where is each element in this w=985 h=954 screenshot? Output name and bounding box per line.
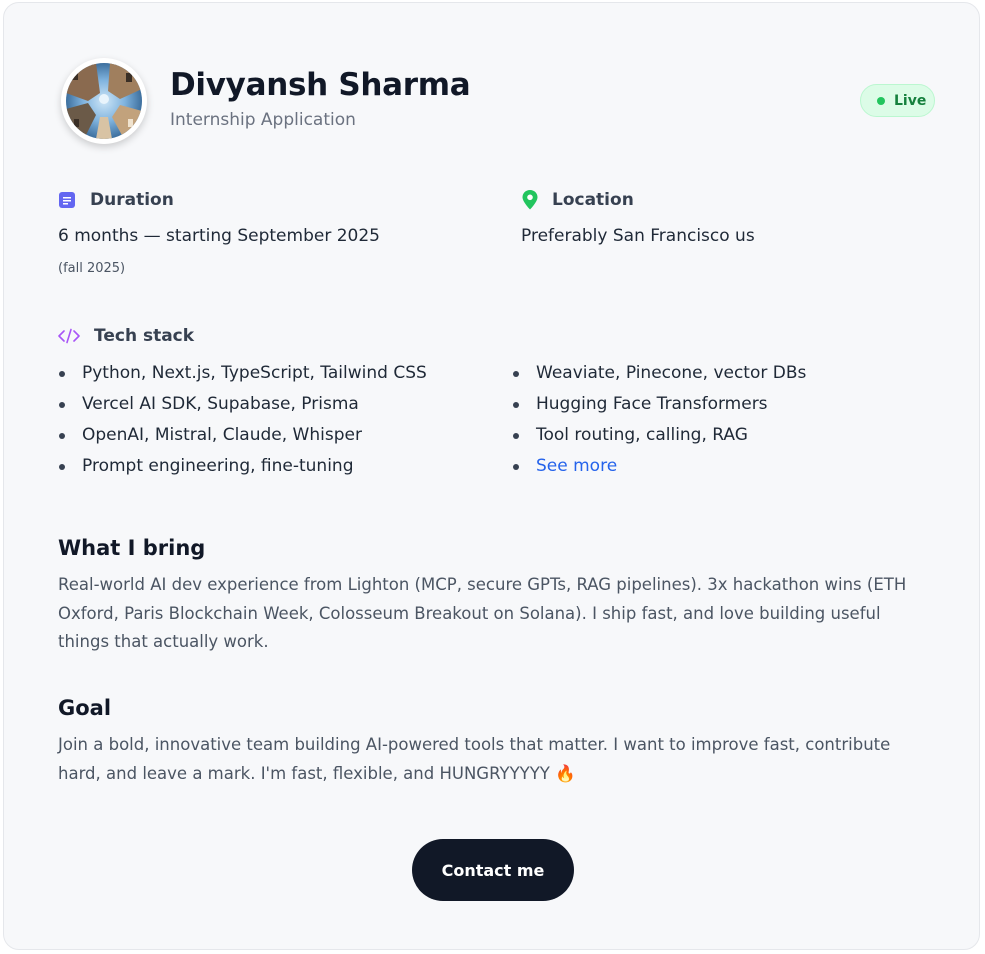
duration-heading: Duration [58, 190, 174, 210]
what-i-bring-text: Real-world AI dev experience from Lighto… [58, 575, 907, 651]
tech-stack-list-left: Python, Next.js, TypeScript, Tailwind CS… [58, 358, 427, 482]
location-heading-label: Location [552, 190, 634, 210]
goal-heading: Goal [58, 696, 112, 720]
duration-value: 6 months — starting September 2025 [58, 226, 380, 246]
duration-heading-label: Duration [90, 190, 174, 210]
list-item: Hugging Face Transformers [512, 389, 806, 420]
avatar-photo [66, 63, 142, 139]
calendar-icon [58, 191, 76, 209]
tech-stack-heading-label: Tech stack [94, 326, 195, 346]
status-label: Live [894, 92, 927, 109]
location-heading: Location [522, 190, 634, 210]
avatar [61, 58, 147, 144]
list-item: Python, Next.js, TypeScript, Tailwind CS… [58, 358, 427, 389]
tech-stack-heading: Tech stack [58, 326, 194, 346]
see-more-link[interactable]: See more [512, 451, 806, 482]
goal-text: Join a bold, innovative team building AI… [58, 735, 891, 783]
list-item: Vercel AI SDK, Supabase, Prisma [58, 389, 427, 420]
contact-me-button[interactable]: Contact me [412, 839, 574, 901]
list-item: Prompt engineering, fine-tuning [58, 451, 427, 482]
list-item: OpenAI, Mistral, Claude, Whisper [58, 420, 427, 451]
status-badge: Live [860, 84, 935, 117]
list-item: Tool routing, calling, RAG [512, 420, 806, 451]
location-value: Preferably San Francisco us [521, 226, 755, 246]
list-item: Weaviate, Pinecone, vector DBs [512, 358, 806, 389]
map-pin-icon [522, 190, 538, 210]
application-subtitle: Internship Application [170, 110, 356, 130]
application-card: Divyansh Sharma Internship Application L… [3, 2, 980, 950]
applicant-name: Divyansh Sharma [170, 67, 471, 103]
tech-stack-list-right: Weaviate, Pinecone, vector DBs Hugging F… [512, 358, 806, 482]
code-icon [58, 328, 80, 344]
what-i-bring-heading: What I bring [58, 536, 206, 560]
duration-note: (fall 2025) [58, 261, 126, 276]
live-dot-icon [877, 96, 885, 105]
